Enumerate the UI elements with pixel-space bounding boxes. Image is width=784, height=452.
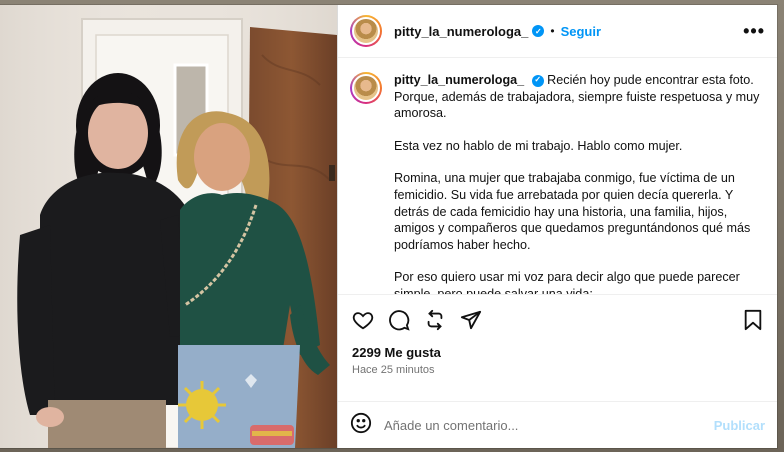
comment-bar: Publicar [338, 401, 777, 448]
username-link[interactable]: pitty_la_numerologa_ [394, 24, 528, 39]
send-icon[interactable] [460, 309, 482, 331]
post-side-panel: pitty_la_numerologa_ ✓ • Seguir ••• pitt… [337, 5, 777, 448]
verified-badge-icon: ✓ [531, 74, 544, 87]
caption-paragraph: Por eso quiero usar mi voz para decir al… [394, 270, 740, 294]
caption-username-link[interactable]: pitty_la_numerologa_ [394, 73, 524, 87]
heart-icon[interactable] [352, 309, 374, 331]
likes-count[interactable]: 2299 Me gusta [352, 345, 763, 360]
bookmark-icon[interactable] [743, 309, 763, 331]
follow-button[interactable]: Seguir [561, 24, 601, 39]
comment-icon[interactable] [388, 309, 410, 331]
separator-dot: • [550, 24, 555, 38]
verified-badge-icon: ✓ [532, 25, 545, 37]
comment-input[interactable] [384, 417, 714, 433]
post-modal: pitty_la_numerologa_ ✓ • Seguir ••• pitt… [0, 5, 777, 448]
post-timestamp[interactable]: Hace 25 minutos [352, 364, 763, 376]
avatar[interactable] [350, 15, 382, 47]
more-options-icon[interactable]: ••• [743, 22, 765, 40]
caption-paragraph: Esta vez no hablo de mi trabajo. Hablo c… [394, 138, 683, 153]
post-header: pitty_la_numerologa_ ✓ • Seguir ••• [338, 5, 777, 58]
emoji-icon[interactable] [350, 412, 372, 439]
photo-image [0, 5, 337, 448]
caption-avatar[interactable] [350, 72, 382, 104]
post-caption: pitty_la_numerologa_ ✓ Recién hoy pude e… [394, 72, 765, 294]
post-photo[interactable] [0, 5, 337, 448]
post-actions: 2299 Me gusta Hace 25 minutos [338, 294, 777, 401]
share-icon[interactable] [424, 309, 446, 331]
caption-paragraph: Romina, una mujer que trabajaba conmigo,… [394, 171, 751, 252]
publish-button[interactable]: Publicar [714, 418, 765, 433]
action-icons [352, 307, 763, 333]
caption-area[interactable]: pitty_la_numerologa_ ✓ Recién hoy pude e… [338, 58, 777, 294]
